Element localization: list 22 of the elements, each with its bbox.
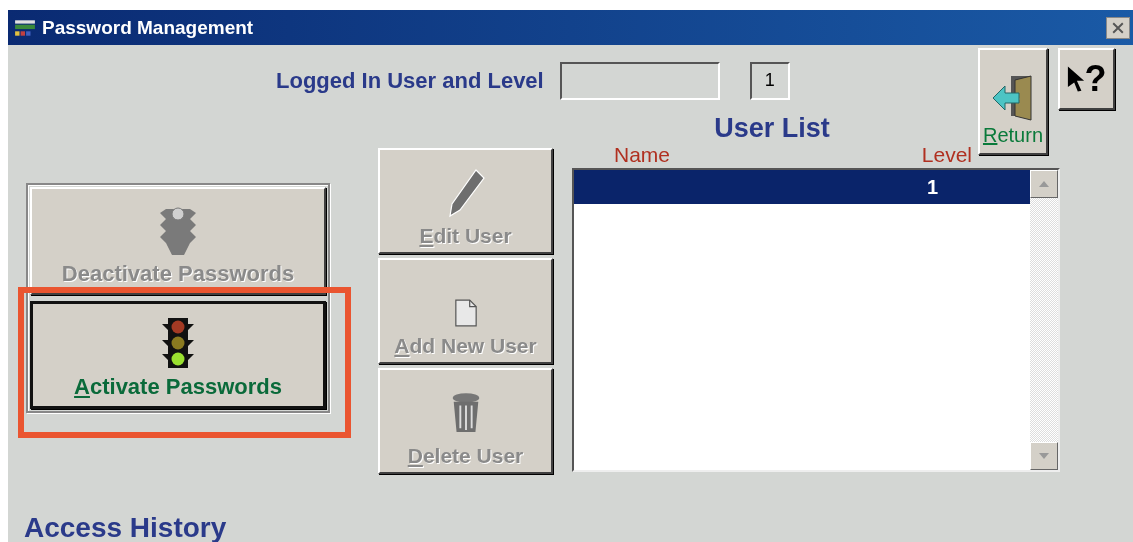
user-field[interactable] bbox=[559, 61, 720, 100]
user-row[interactable]: 1 bbox=[574, 170, 1030, 204]
down-arrow-icon bbox=[1039, 453, 1049, 459]
up-arrow-icon bbox=[1039, 181, 1049, 187]
access-history-title: Access History bbox=[24, 512, 228, 542]
user-list-title: User List bbox=[714, 114, 830, 144]
page-icon bbox=[453, 298, 478, 328]
password-toggle-button[interactable]: Activate Passwords bbox=[30, 301, 326, 409]
pointer-icon bbox=[1066, 65, 1085, 93]
column-header: Level bbox=[921, 143, 972, 166]
scroll-up-button[interactable] bbox=[1030, 170, 1058, 198]
scroll-down-button[interactable] bbox=[1030, 442, 1058, 470]
close-icon bbox=[1112, 22, 1124, 34]
scrollbar[interactable] bbox=[1030, 170, 1058, 470]
column-header: Name bbox=[614, 143, 671, 166]
help-button[interactable]: ? bbox=[1058, 48, 1115, 110]
return-button[interactable]: Return bbox=[978, 48, 1048, 155]
close-button[interactable] bbox=[1106, 17, 1130, 39]
logged-in-label: Logged In User and Level bbox=[276, 67, 544, 94]
level-field[interactable]: 1 bbox=[749, 61, 790, 100]
window-title: Password Management bbox=[42, 16, 254, 39]
app-logo-icon bbox=[14, 18, 36, 37]
